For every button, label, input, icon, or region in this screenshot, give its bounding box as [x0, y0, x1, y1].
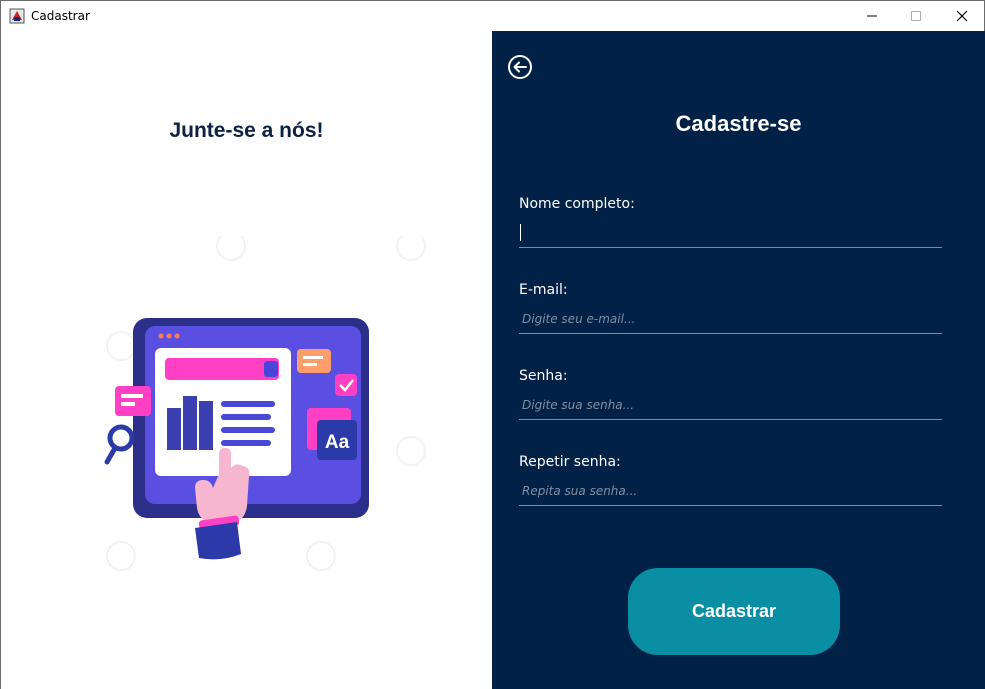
repeat-password-label: Repetir senha:	[519, 454, 621, 470]
repeat-password-field: Repetir senha:	[519, 454, 942, 506]
close-icon	[956, 10, 968, 22]
full-name-input[interactable]	[519, 218, 942, 248]
title-bar: Cadastrar	[1, 1, 984, 31]
password-input[interactable]	[519, 390, 942, 420]
close-button[interactable]	[939, 1, 985, 31]
password-field: Senha:	[519, 368, 942, 420]
app-window: Cadastrar Junte-se a nós! Aa Cadastre-se…	[0, 0, 985, 689]
text-caret	[520, 224, 521, 241]
minimize-icon	[867, 15, 877, 17]
email-input[interactable]	[519, 304, 942, 334]
maximize-icon	[911, 11, 921, 21]
submit-button[interactable]: Cadastrar	[628, 568, 840, 655]
welcome-panel: Junte-se a nós! Aa	[1, 31, 492, 689]
email-field: E-mail:	[519, 282, 942, 334]
java-app-icon	[9, 8, 25, 24]
email-label: E-mail:	[519, 282, 568, 298]
web-form-illustration: Aa	[104, 236, 426, 571]
welcome-heading: Junte-se a nós!	[169, 119, 324, 142]
maximize-button[interactable]	[893, 1, 939, 31]
window-title: Cadastrar	[31, 9, 90, 23]
repeat-password-input[interactable]	[519, 476, 942, 506]
register-panel: Cadastre-se Nome completo: E-mail: Senha…	[492, 31, 985, 689]
svg-text:Aa: Aa	[325, 432, 350, 453]
minimize-button[interactable]	[849, 1, 895, 31]
form-title: Cadastre-se	[675, 111, 802, 136]
password-label: Senha:	[519, 368, 568, 384]
full-name-field: Nome completo:	[519, 196, 942, 248]
full-name-label: Nome completo:	[519, 196, 635, 212]
arrow-left-circle-icon[interactable]	[507, 54, 533, 80]
